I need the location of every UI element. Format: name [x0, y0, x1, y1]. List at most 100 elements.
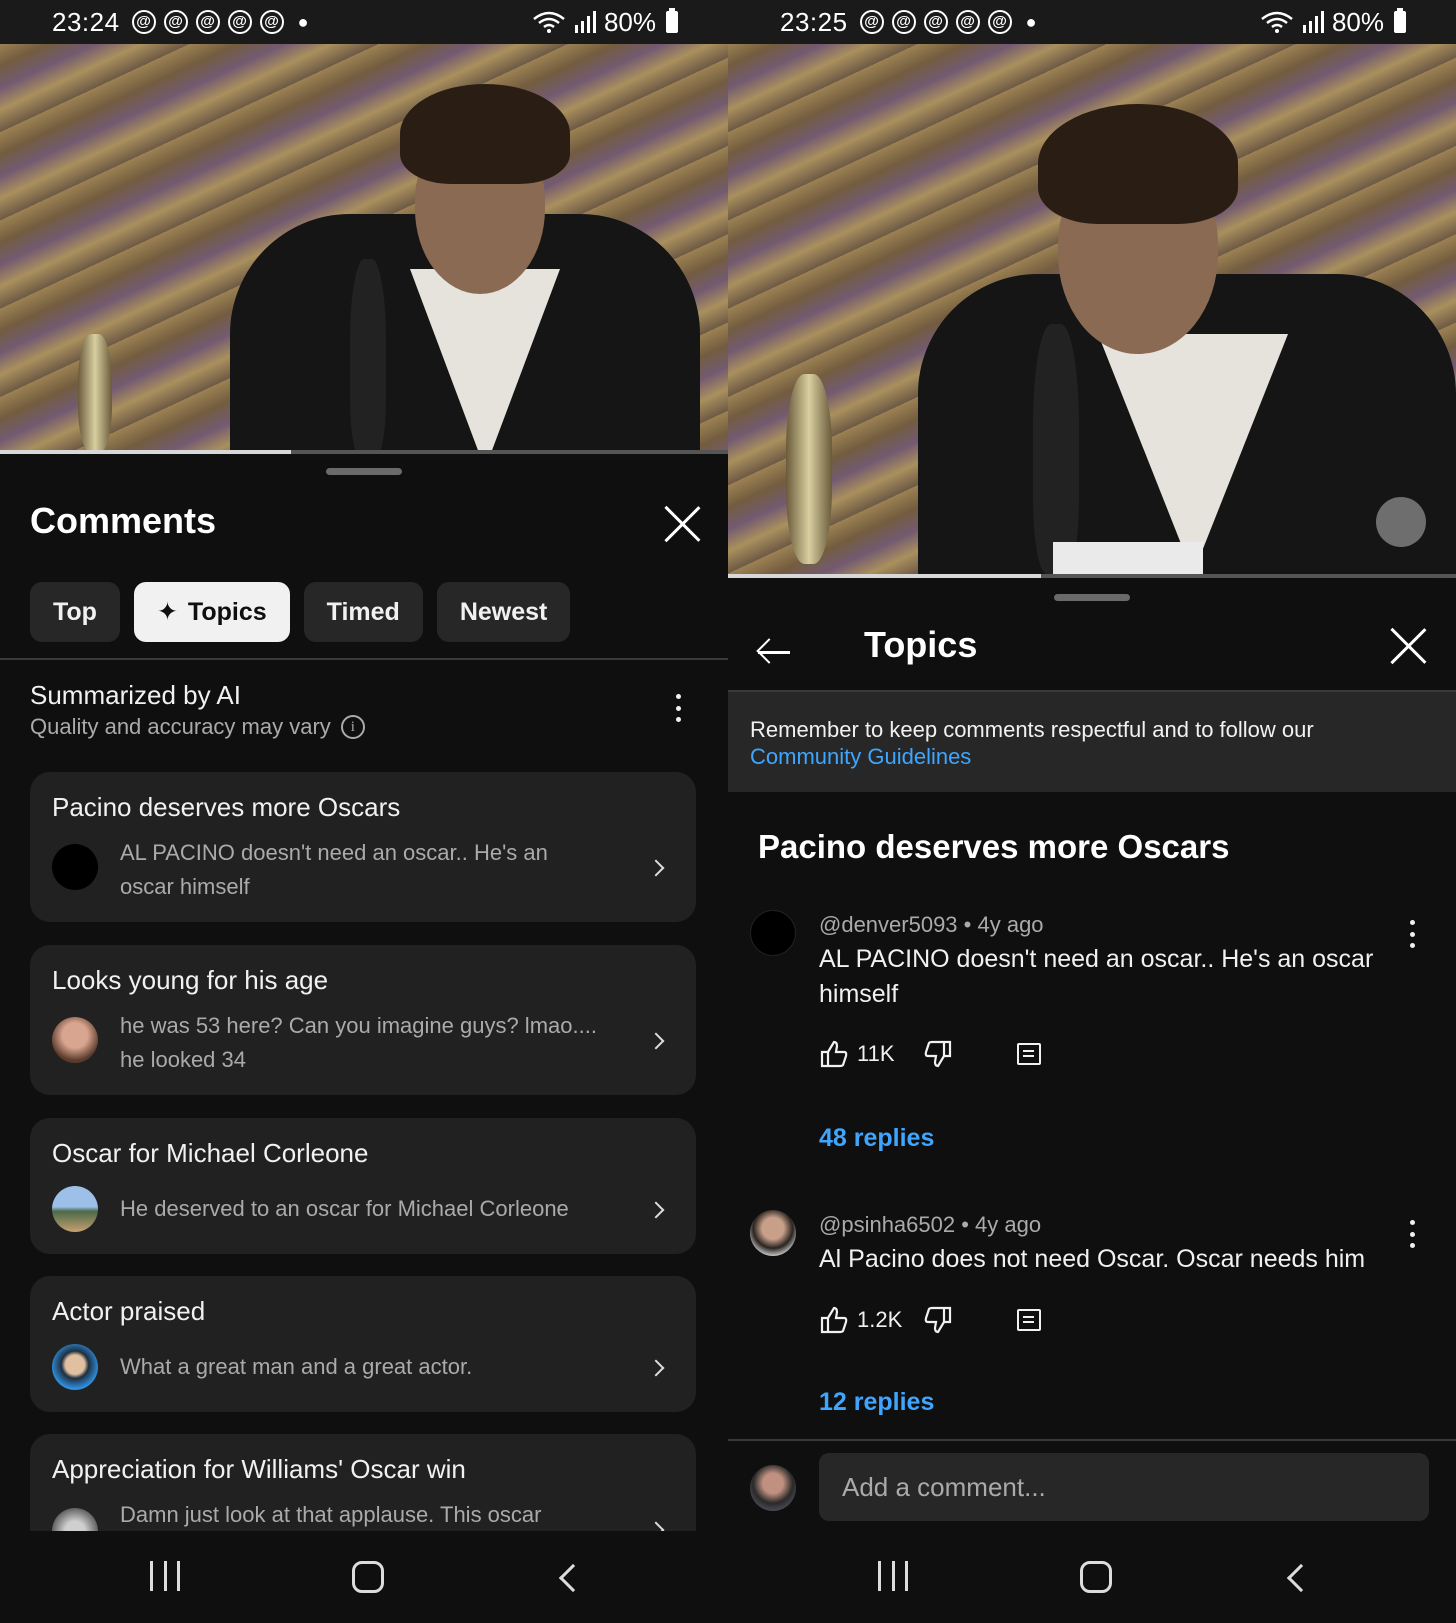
wifi-icon: [1261, 11, 1293, 33]
chip-timed-label: Timed: [326, 597, 400, 626]
comment-text: AL PACINO doesn't need an oscar.. He's a…: [819, 945, 1374, 1008]
topic-snippet: he was 53 here? Can you imagine guys? lm…: [120, 1013, 597, 1072]
threads-icon: @: [987, 10, 1012, 34]
ai-summary-disclaimer: Quality and accuracy may vary: [30, 714, 331, 739]
info-icon[interactable]: i: [340, 715, 365, 739]
topic-card[interactable]: Actor praised What a great man and a gre…: [30, 1276, 696, 1412]
ai-summary-title: Summarized by AI: [30, 680, 241, 710]
signal-icon: [1302, 11, 1324, 33]
comments-screen: 23:24 @ @ @ @ @ ● 80% Comments Top ✦ Top…: [0, 0, 728, 1623]
chip-timed[interactable]: Timed: [303, 582, 423, 642]
status-time: 23:25: [780, 6, 848, 37]
avatar[interactable]: [750, 910, 796, 956]
topic-sheet: Topics Remember to keep comments respect…: [728, 580, 1456, 1531]
system-nav-bar: [0, 1531, 728, 1623]
system-nav-bar: [728, 1531, 1456, 1623]
video-progress-bar[interactable]: [728, 574, 1456, 578]
topic-snippet: AL PACINO doesn't need an oscar.. He's a…: [120, 840, 548, 899]
video-frame-hair: [400, 84, 570, 184]
more-options-icon[interactable]: [1408, 920, 1416, 948]
sort-chips: Top ✦ Topics Timed Newest: [30, 582, 571, 642]
topic-snippet: He deserved to an oscar for Michael Corl…: [120, 1196, 569, 1221]
topic-card[interactable]: Oscar for Michael Corleone He deserved t…: [30, 1118, 696, 1254]
notification-icons: @ @ @ @ @: [859, 10, 1012, 34]
video-player[interactable]: [0, 44, 728, 450]
comment-age: 4y ago: [977, 912, 1044, 937]
avatar: [52, 1186, 98, 1232]
chevron-right-icon: [647, 1359, 665, 1377]
more-notifications-dot: ●: [1025, 11, 1037, 32]
reply-icon[interactable]: [1017, 1043, 1041, 1065]
threads-icon: @: [859, 10, 884, 34]
threads-icon: @: [955, 10, 980, 34]
view-replies-link[interactable]: 48 replies: [819, 1124, 934, 1153]
add-comment-input[interactable]: [819, 1453, 1429, 1521]
sheet-title: Comments: [30, 500, 217, 541]
add-comment-divider: [728, 1439, 1456, 1441]
back-icon[interactable]: [558, 1563, 588, 1593]
comment-actions: 11K: [819, 1040, 1041, 1068]
chip-top-label: Top: [53, 597, 97, 626]
video-frame-microphone: [1033, 324, 1079, 574]
topic-card[interactable]: Looks young for his age he was 53 here? …: [30, 945, 696, 1095]
avatar: [52, 844, 98, 890]
ai-summary-subtitle: Quality and accuracy may vary i: [30, 714, 365, 740]
video-player[interactable]: [728, 44, 1456, 576]
comments-sheet: Comments Top ✦ Topics Timed Newest Summar…: [0, 454, 728, 1574]
chevron-right-icon: [647, 1201, 665, 1219]
more-notifications-dot: ●: [297, 11, 309, 32]
chip-newest[interactable]: Newest: [436, 582, 571, 642]
battery-icon: [1394, 8, 1406, 33]
recents-icon[interactable]: [878, 1561, 908, 1595]
sheet-drag-handle[interactable]: [326, 468, 402, 475]
sheet-drag-handle[interactable]: [1054, 594, 1130, 601]
community-guidelines-link[interactable]: Community Guidelines: [750, 743, 1434, 770]
topic-title: Actor praised: [52, 1296, 206, 1326]
more-options-icon[interactable]: [674, 694, 682, 722]
topic-snippet: Damn just look at that applause. This os…: [120, 1502, 542, 1527]
add-comment-bar: [728, 1439, 1456, 1531]
like-icon[interactable]: [819, 1040, 849, 1068]
like-icon[interactable]: [819, 1306, 849, 1334]
comment-author[interactable]: @psinha6502: [819, 1212, 955, 1237]
back-arrow-icon[interactable]: [756, 634, 792, 670]
comment-author[interactable]: @denver5093: [819, 912, 958, 937]
reply-icon[interactable]: [1017, 1309, 1041, 1331]
topic-title: Oscar for Michael Corleone: [52, 1138, 369, 1168]
close-icon[interactable]: [1388, 626, 1428, 666]
chip-newest-label: Newest: [459, 597, 548, 626]
battery-percent: 80%: [603, 6, 656, 37]
topic-card[interactable]: Pacino deserves more Oscars AL PACINO do…: [30, 772, 696, 922]
threads-icon: @: [923, 10, 948, 34]
oscar-watermark-icon: [1376, 497, 1426, 547]
dislike-icon[interactable]: [923, 1306, 953, 1334]
avatar: [52, 1017, 98, 1063]
close-icon[interactable]: [662, 504, 702, 544]
topic-title: Looks young for his age: [52, 965, 329, 995]
home-icon[interactable]: [1080, 1561, 1112, 1593]
topic-detail-screen: 23:25 @ @ @ @ @ ● 80% Topics Remember to…: [728, 0, 1456, 1623]
notification-icons: @ @ @ @ @: [131, 10, 284, 34]
topic-title: Pacino deserves more Oscars: [52, 792, 401, 822]
recents-icon[interactable]: [150, 1561, 180, 1595]
chip-topics[interactable]: ✦ Topics: [133, 582, 290, 642]
comment-actions: 1.2K: [819, 1306, 1041, 1334]
home-icon[interactable]: [352, 1561, 384, 1593]
like-count: 11K: [857, 1041, 895, 1066]
sparkle-icon: ✦: [156, 598, 178, 626]
threads-icon: @: [163, 10, 188, 34]
view-replies-link[interactable]: 12 replies: [819, 1388, 934, 1417]
dislike-icon[interactable]: [923, 1040, 953, 1068]
comment-age: 4y ago: [975, 1212, 1042, 1237]
guidelines-notice: Remember to keep comments respectful and…: [728, 692, 1456, 792]
more-options-icon[interactable]: [1408, 1220, 1416, 1248]
notice-text: Remember to keep comments respectful and…: [750, 717, 1314, 742]
comment-text: Al Pacino does not need Oscar. Oscar nee…: [819, 1245, 1366, 1273]
avatar[interactable]: [750, 1210, 796, 1256]
avatar: [52, 1344, 98, 1390]
battery-percent: 80%: [1331, 6, 1384, 37]
back-icon[interactable]: [1286, 1563, 1316, 1593]
chip-top[interactable]: Top: [30, 582, 120, 642]
wifi-icon: [533, 11, 565, 33]
video-progress-fill: [728, 574, 1042, 578]
